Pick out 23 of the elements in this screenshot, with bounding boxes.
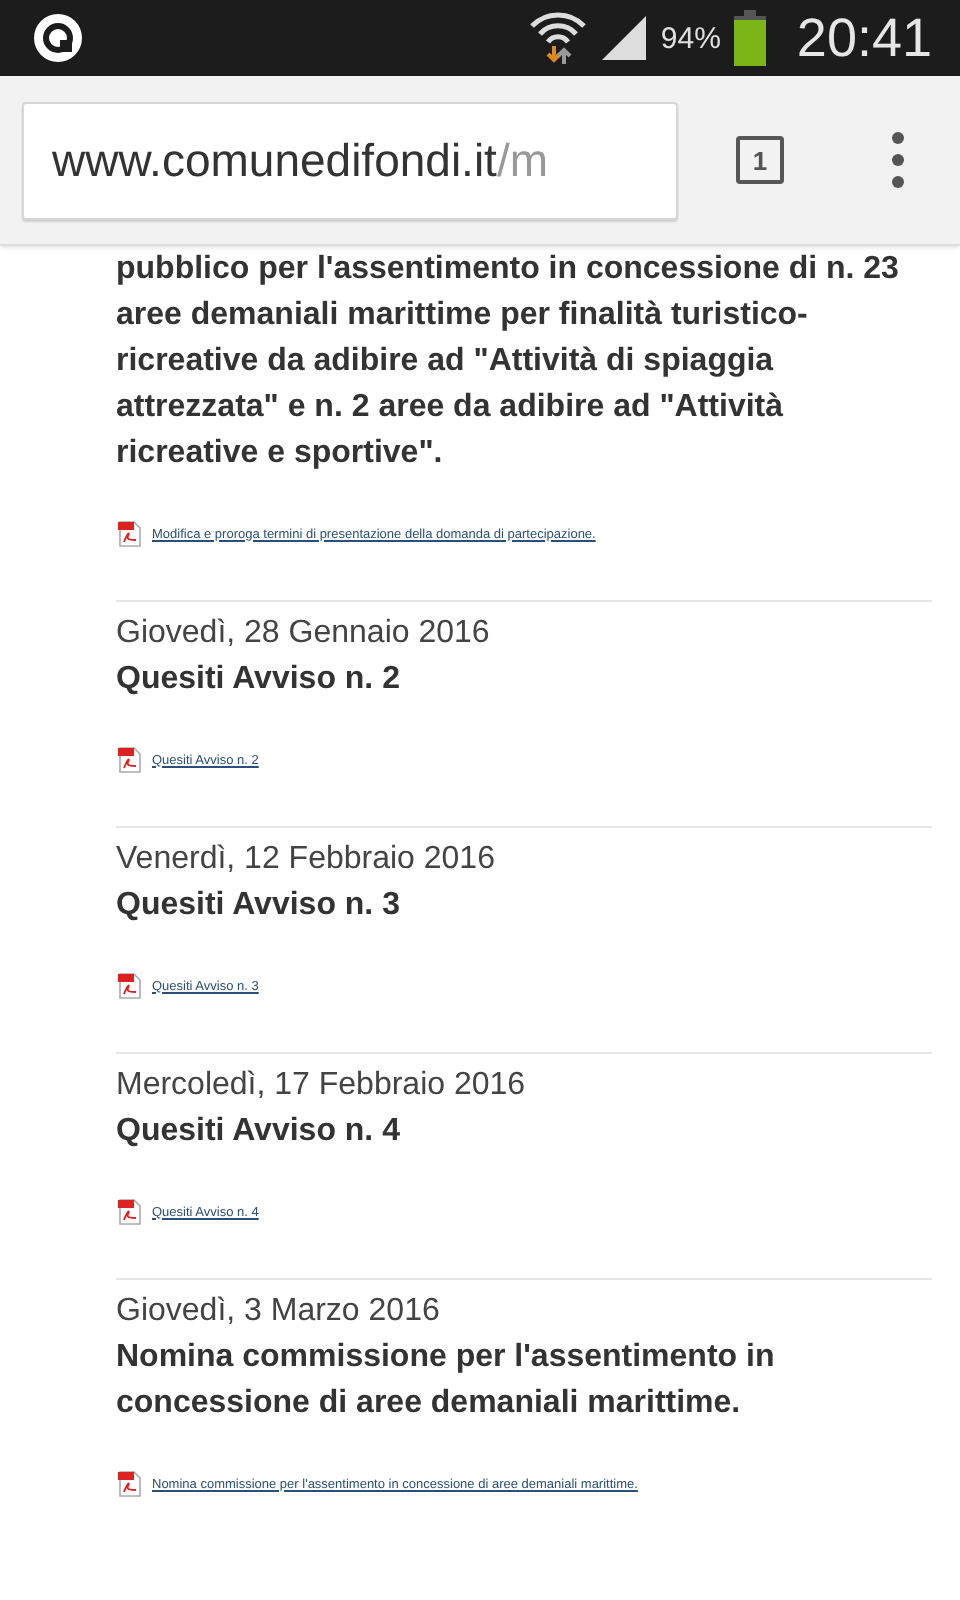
wifi-icon [528,10,589,66]
pdf-file-icon [116,1198,144,1226]
battery-percentage: 94% [660,21,721,55]
post-date: Mercoledì, 17 Febbraio 2016 [116,1066,528,1106]
pdf-file-icon [116,746,144,774]
post-date: Giovedì, 28 Gennaio 2016 [116,614,492,654]
address-bar[interactable]: www.comunedifondi.it/m [22,101,678,219]
pdf-file-icon [116,520,144,548]
post-title: Quesiti Avviso n. 3 [116,886,402,926]
menu-icon[interactable] [892,132,904,188]
post-date: Venerdì, 12 Febbraio 2016 [116,840,497,880]
post-title: Quesiti Avviso n. 4 [116,1112,402,1152]
notification-icon [32,12,84,64]
pdf-file-icon [116,1470,144,1498]
tab-switcher-button[interactable]: 1 [736,136,784,184]
battery-icon [732,10,769,66]
pdf-file-icon [116,972,144,1000]
post-title: pubblico per l'assentimento in concessione di n. 23 aree demaniali marittime per finalità turistico-ricreative da adibire ad "Attività di spiaggia attrezzata" e n. 2 aree da adibire ad "Attività ricreative e sportive". [116,250,901,474]
post-title: Nomina commissione per l'assentimento in concessione di aree demaniali marittime. [116,1338,777,1424]
post-date: Giovedì, 3 Marzo 2016 [116,1292,442,1332]
post-title: Quesiti Avviso n. 2 [116,660,402,700]
clock: 20:41 [796,7,932,69]
signal-icon [600,14,649,62]
